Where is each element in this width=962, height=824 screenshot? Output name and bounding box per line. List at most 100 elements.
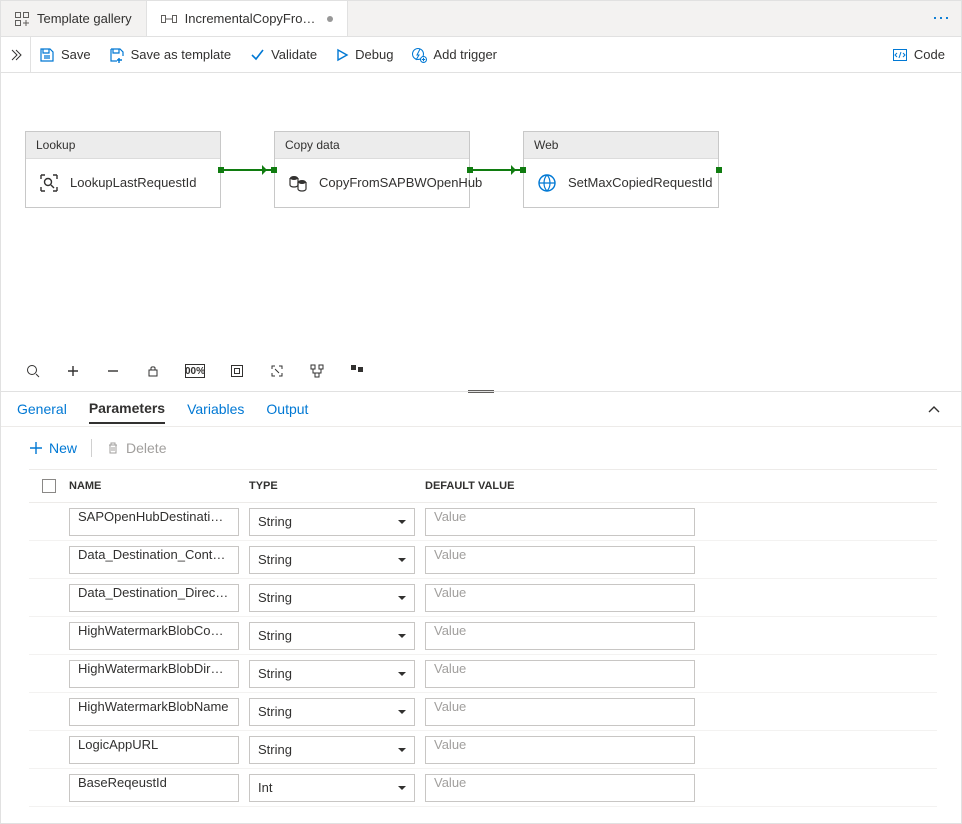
param-default-input[interactable]: Value: [425, 774, 695, 802]
code-label: Code: [914, 47, 945, 62]
tab-label: Template gallery: [37, 11, 132, 26]
expand-panel-button[interactable]: [1, 37, 31, 72]
zoom-search-button[interactable]: [25, 363, 41, 379]
zoom-in-button[interactable]: [65, 363, 81, 379]
param-default-input[interactable]: Value: [425, 622, 695, 650]
plus-icon: [29, 441, 43, 455]
param-type-select[interactable]: String: [249, 698, 415, 726]
table-row: HighWatermarkBlobContain String Value: [29, 617, 937, 655]
code-button[interactable]: Code: [892, 37, 961, 72]
add-trigger-label: Add trigger: [433, 47, 497, 62]
tab-general[interactable]: General: [17, 395, 67, 423]
copy-data-icon: [287, 172, 309, 194]
activity-web[interactable]: Web SetMaxCopiedRequestId: [523, 131, 719, 208]
auto-align-button[interactable]: [309, 363, 325, 379]
param-type-select[interactable]: String: [249, 508, 415, 536]
param-default-input[interactable]: Value: [425, 508, 695, 536]
param-default-input[interactable]: Value: [425, 660, 695, 688]
fit-screen-button[interactable]: [229, 363, 245, 379]
tab-bar: Template gallery IncrementalCopyFro… ⋯: [1, 1, 961, 37]
collapse-properties-button[interactable]: [923, 400, 945, 418]
param-name-input[interactable]: SAPOpenHubDestinationNa: [69, 508, 239, 536]
param-default-input[interactable]: Value: [425, 736, 695, 764]
table-header: NAME TYPE DEFAULT VALUE: [29, 469, 937, 503]
table-row: BaseReqeustId Int Value: [29, 769, 937, 807]
chevron-up-icon: [927, 404, 941, 414]
tab-template-gallery[interactable]: Template gallery: [1, 1, 147, 36]
param-type-select[interactable]: String: [249, 546, 415, 574]
add-trigger-button[interactable]: Add trigger: [411, 47, 497, 63]
tab-output[interactable]: Output: [266, 395, 308, 423]
lock-button[interactable]: [145, 363, 161, 379]
properties-tabs: General Parameters Variables Output: [1, 391, 961, 427]
layout-button[interactable]: [349, 363, 365, 379]
tab-more-button[interactable]: ⋯: [921, 1, 961, 36]
col-type[interactable]: TYPE: [249, 480, 425, 492]
param-name-input[interactable]: HighWatermarkBlobDirector: [69, 660, 239, 688]
param-name-input[interactable]: HighWatermarkBlobContain: [69, 622, 239, 650]
activity-copy[interactable]: Copy data CopyFromSAPBWOpenHub: [274, 131, 470, 208]
tab-pipeline[interactable]: IncrementalCopyFro…: [147, 1, 349, 36]
delete-parameter-button: Delete: [106, 440, 166, 456]
pipeline-icon: [161, 13, 177, 25]
activity-name: SetMaxCopiedRequestId: [568, 175, 713, 191]
zoom-out-button[interactable]: [105, 363, 121, 379]
param-name-input[interactable]: BaseReqeustId: [69, 774, 239, 802]
pipeline-canvas[interactable]: Lookup LookupLastRequestId Copy data Cop…: [1, 73, 961, 351]
activity-type-label: Web: [524, 132, 718, 159]
col-default[interactable]: DEFAULT VALUE: [425, 480, 695, 492]
chevron-right-icon: [10, 49, 22, 61]
param-name-input[interactable]: LogicAppURL: [69, 736, 239, 764]
new-parameter-button[interactable]: New: [29, 440, 77, 456]
unsaved-dot-icon: [327, 16, 333, 22]
action-bar: Save Save as template Validate Debug Add…: [1, 37, 961, 73]
chevron-down-icon: [398, 596, 406, 604]
node-input-connector[interactable]: [520, 167, 526, 173]
activity-lookup[interactable]: Lookup LookupLastRequestId: [25, 131, 221, 208]
chevron-down-icon: [398, 710, 406, 718]
activity-type-label: Lookup: [26, 132, 220, 159]
play-icon: [335, 48, 349, 62]
save-button[interactable]: Save: [39, 47, 91, 63]
param-name-input[interactable]: Data_Destination_Directory: [69, 584, 239, 612]
node-output-connector[interactable]: [716, 167, 722, 173]
delete-label: Delete: [126, 440, 166, 456]
success-connector: [223, 169, 271, 171]
code-icon: [892, 47, 908, 63]
param-name-input[interactable]: Data_Destination_Container: [69, 546, 239, 574]
trash-icon: [106, 441, 120, 455]
debug-button[interactable]: Debug: [335, 47, 393, 62]
tab-variables[interactable]: Variables: [187, 395, 244, 423]
validate-label: Validate: [271, 47, 317, 62]
chevron-down-icon: [398, 672, 406, 680]
select-all-checkbox[interactable]: [42, 479, 56, 493]
param-type-select[interactable]: String: [249, 584, 415, 612]
param-type-select[interactable]: String: [249, 660, 415, 688]
save-icon: [39, 47, 55, 63]
param-type-select[interactable]: Int: [249, 774, 415, 802]
save-template-icon: [109, 47, 125, 63]
chevron-down-icon: [398, 634, 406, 642]
trigger-icon: [411, 47, 427, 63]
save-label: Save: [61, 47, 91, 62]
param-default-input[interactable]: Value: [425, 584, 695, 612]
tab-parameters[interactable]: Parameters: [89, 394, 165, 424]
activity-name: LookupLastRequestId: [70, 175, 196, 191]
zoom-100-button[interactable]: 00%: [185, 364, 205, 378]
col-name[interactable]: NAME: [69, 480, 249, 492]
param-type-select[interactable]: String: [249, 622, 415, 650]
param-type-select[interactable]: String: [249, 736, 415, 764]
param-default-input[interactable]: Value: [425, 698, 695, 726]
param-default-input[interactable]: Value: [425, 546, 695, 574]
gallery-icon: [15, 12, 29, 26]
fullscreen-button[interactable]: [269, 363, 285, 379]
validate-button[interactable]: Validate: [249, 47, 317, 63]
save-as-template-button[interactable]: Save as template: [109, 47, 231, 63]
separator: [91, 439, 92, 457]
param-name-input[interactable]: HighWatermarkBlobName: [69, 698, 239, 726]
table-row: HighWatermarkBlobName String Value: [29, 693, 937, 731]
node-input-connector[interactable]: [271, 167, 277, 173]
chevron-down-icon: [398, 558, 406, 566]
table-row: LogicAppURL String Value: [29, 731, 937, 769]
success-connector: [472, 169, 520, 171]
